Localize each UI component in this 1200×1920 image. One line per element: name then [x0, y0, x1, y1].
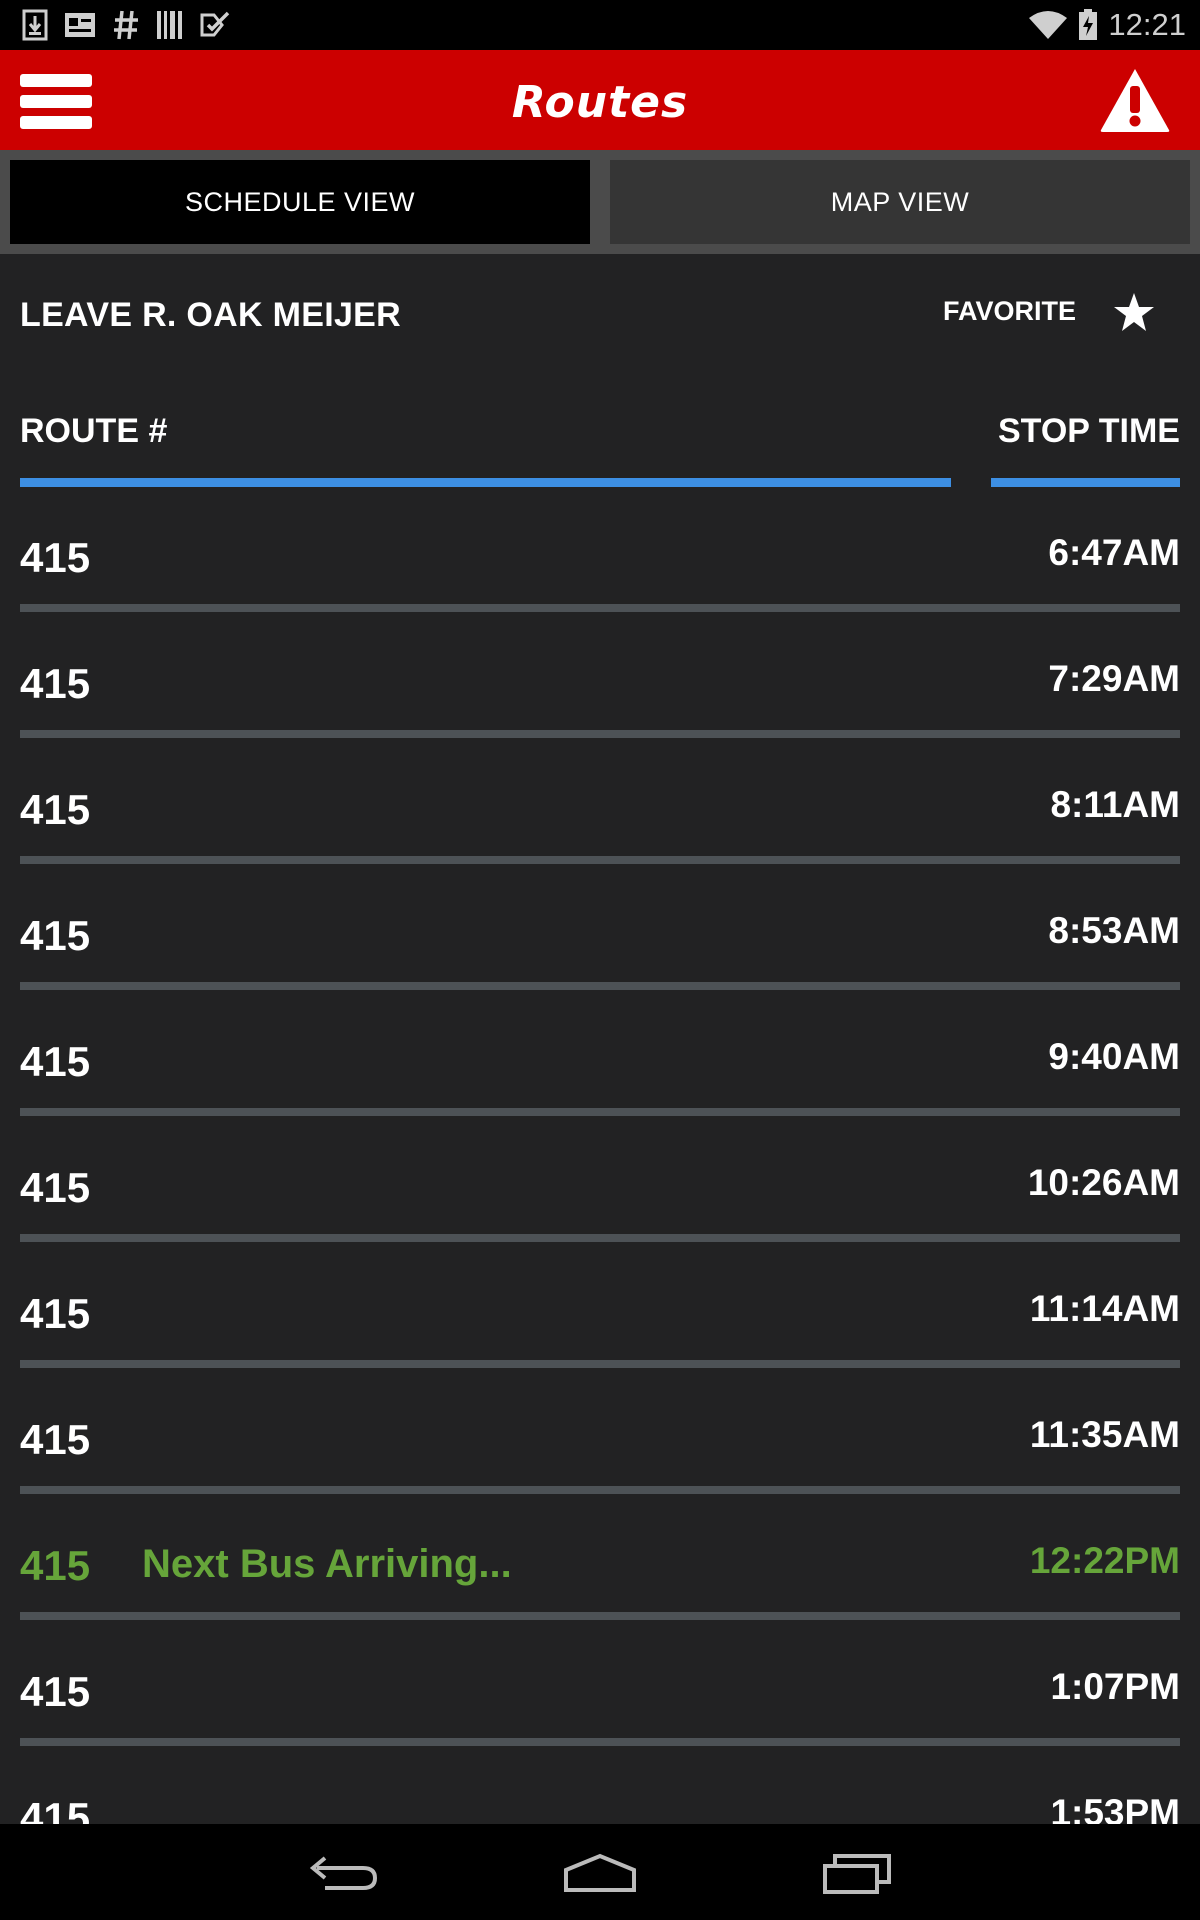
row-divider	[20, 730, 1180, 738]
schedule-row[interactable]: 415 1:07PM	[0, 1634, 1200, 1760]
stop-time: 1:53PM	[1050, 1792, 1180, 1824]
checklist-icon	[200, 11, 230, 37]
row-divider	[20, 1108, 1180, 1116]
view-tabs: SCHEDULE VIEW MAP VIEW	[0, 150, 1200, 254]
row-divider	[20, 1738, 1180, 1746]
stop-time: 12:22PM	[1029, 1540, 1180, 1581]
home-icon[interactable]	[560, 1844, 640, 1900]
schedule-row[interactable]: 415 1:53PM	[0, 1760, 1200, 1824]
stop-time-column-header: STOP TIME	[997, 412, 1180, 450]
schedule-row[interactable]: 415 10:26AM	[0, 1130, 1200, 1256]
next-bus-note: Next Bus Arriving...	[142, 1542, 512, 1586]
route-number: 415	[20, 660, 91, 707]
hashtag-icon	[114, 10, 138, 40]
stop-title: LEAVE R. OAK MEIJER	[20, 296, 402, 334]
news-icon	[65, 13, 95, 37]
route-number: 415	[20, 1794, 91, 1824]
stop-time: 11:14AM	[1029, 1288, 1180, 1329]
barcode-icon	[157, 11, 182, 39]
row-divider	[20, 1486, 1180, 1494]
schedule-row[interactable]: 415 7:29AM	[0, 626, 1200, 752]
status-clock: 12:21	[1108, 7, 1186, 42]
tab-schedule-view[interactable]: SCHEDULE VIEW	[10, 160, 590, 244]
row-divider	[20, 1234, 1180, 1242]
row-divider	[20, 1612, 1180, 1620]
route-number: 415	[20, 1038, 91, 1085]
stop-time: 11:35AM	[1029, 1414, 1180, 1455]
download-icon	[22, 9, 48, 41]
star-icon[interactable]	[1112, 290, 1156, 334]
route-number: 415	[20, 786, 91, 833]
route-number: 415	[20, 1416, 91, 1463]
time-header-underline	[991, 478, 1180, 487]
schedule-row[interactable]: 415 11:14AM	[0, 1256, 1200, 1382]
route-number: 415	[20, 1164, 91, 1211]
stop-time: 6:47AM	[1048, 532, 1180, 573]
route-number: 415	[20, 1290, 91, 1337]
tab-map-view[interactable]: MAP VIEW	[610, 160, 1190, 244]
stop-time: 10:26AM	[1027, 1162, 1180, 1203]
status-bar: 12:21	[0, 0, 1200, 50]
row-divider	[20, 982, 1180, 990]
stop-time: 9:40AM	[1048, 1036, 1180, 1077]
schedule-row-next-bus[interactable]: 415 Next Bus Arriving... 12:22PM	[0, 1508, 1200, 1634]
route-column-header: ROUTE #	[20, 412, 168, 450]
app-bar: Routes	[0, 50, 1200, 150]
stop-time: 1:07PM	[1050, 1666, 1180, 1707]
stop-time: 7:29AM	[1048, 658, 1180, 699]
warning-icon[interactable]	[1098, 66, 1172, 134]
system-navigation-bar	[0, 1824, 1200, 1920]
route-number: 415	[20, 534, 91, 581]
schedule-list: 415 6:47AM 415 7:29AM 415 8:11AM 415 8:5…	[0, 500, 1200, 1824]
route-header-underline	[20, 478, 951, 487]
recent-apps-icon[interactable]	[817, 1844, 897, 1900]
row-divider	[20, 1360, 1180, 1368]
notification-icons	[22, 8, 230, 42]
wifi-icon	[1029, 11, 1068, 39]
page-title: Routes	[511, 77, 689, 128]
row-divider	[20, 604, 1180, 612]
battery-charging-icon	[1079, 9, 1098, 40]
schedule-row[interactable]: 415 11:35AM	[0, 1382, 1200, 1508]
schedule-row[interactable]: 415 9:40AM	[0, 1004, 1200, 1130]
route-number: 415	[20, 1542, 91, 1589]
schedule-row[interactable]: 415 8:11AM	[0, 752, 1200, 878]
favorite-label[interactable]: FAVORITE	[943, 296, 1076, 327]
route-number: 415	[20, 1668, 91, 1715]
schedule-row[interactable]: 415 6:47AM	[0, 500, 1200, 626]
route-number: 415	[20, 912, 91, 959]
stop-time: 8:11AM	[1050, 784, 1180, 825]
schedule-row[interactable]: 415 8:53AM	[0, 878, 1200, 1004]
back-icon[interactable]	[303, 1844, 383, 1900]
row-divider	[20, 856, 1180, 864]
stop-time: 8:53AM	[1048, 910, 1180, 951]
